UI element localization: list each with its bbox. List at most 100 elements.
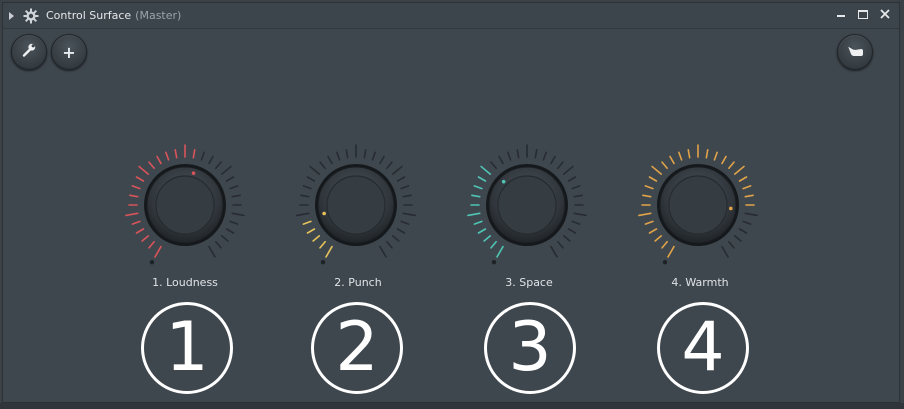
knob-indicator <box>501 179 506 184</box>
knob-tick-active <box>148 161 155 170</box>
knob-tick <box>396 228 406 234</box>
hand-pointer-button[interactable] <box>837 34 873 70</box>
knob-tick-active <box>661 240 668 249</box>
knob-tick <box>215 240 222 249</box>
knob-tick-active <box>669 155 675 165</box>
knob-tick <box>386 161 393 170</box>
add-button[interactable]: + <box>51 34 87 70</box>
knob-min-dot <box>149 259 155 265</box>
knob-label-warmth: 4. Warmth <box>671 276 729 289</box>
knob-dial <box>467 144 587 265</box>
gear-icon[interactable] <box>22 7 40 25</box>
knob-punch[interactable] <box>291 143 421 278</box>
knob-tick-active <box>713 151 718 161</box>
knob-indicator <box>191 171 196 175</box>
knob-tick-active <box>131 220 141 225</box>
knob-tick <box>371 151 376 161</box>
knob-tick-active <box>744 194 754 198</box>
knob-tick-active <box>678 151 683 161</box>
knob-tick <box>571 220 581 225</box>
knob-tick <box>379 245 387 258</box>
knob-tick <box>302 185 312 190</box>
knob-tick <box>379 155 385 165</box>
wrench-icon <box>21 42 37 62</box>
knob-tick-active <box>473 185 483 190</box>
knob-tick <box>306 176 316 182</box>
knob-indicator <box>729 206 733 211</box>
knob-tick <box>402 212 416 217</box>
knob-tick <box>220 235 229 242</box>
knob-tick <box>573 194 583 198</box>
knob-min-dot <box>491 259 497 265</box>
knob-tick <box>208 155 214 165</box>
knob-tick <box>225 228 235 234</box>
knob-tick-active <box>148 240 155 249</box>
window-controls <box>835 8 891 20</box>
knob-tick-active <box>154 245 162 258</box>
knob-tick <box>400 220 410 225</box>
knob-warmth[interactable] <box>633 143 763 278</box>
knob-tick <box>507 151 512 161</box>
knob-tick <box>296 212 310 217</box>
bottom-edge <box>0 403 904 409</box>
knob-tick-active <box>325 245 333 258</box>
window-title: Control Surface <box>46 9 132 22</box>
knob-tick <box>498 155 504 165</box>
knob-tick-active <box>135 176 145 182</box>
expand-caret-icon[interactable] <box>9 11 14 20</box>
knob-tick-active <box>477 228 487 234</box>
knob-tick <box>215 161 222 170</box>
title-bar[interactable]: Control Surface (Master) <box>3 3 899 29</box>
knob-tick-active <box>467 212 481 217</box>
knob-cap <box>668 175 728 235</box>
knob-min-dot <box>662 259 668 265</box>
knob-tick <box>386 240 393 249</box>
knob-tick <box>391 235 400 242</box>
knob-tick-active <box>125 212 139 217</box>
maximize-icon[interactable] <box>857 8 869 20</box>
knob-tick <box>309 165 321 175</box>
close-icon[interactable] <box>879 8 891 20</box>
plus-icon: + <box>62 42 76 62</box>
knob-label-punch: 2. Punch <box>334 276 382 289</box>
knob-tick-active <box>473 220 483 225</box>
knob-tick-active <box>638 212 652 217</box>
settings-wrench-button[interactable] <box>11 34 47 70</box>
knob-tick-active <box>129 194 139 198</box>
knob-tick <box>534 149 538 159</box>
window-subtitle: (Master) <box>135 9 182 22</box>
knob-tick <box>733 235 742 242</box>
knob-tick-active <box>480 165 492 175</box>
knob-tick <box>336 151 341 161</box>
knob-tick <box>396 176 406 182</box>
knob-tick-active <box>705 149 709 159</box>
knob-tick <box>567 176 577 182</box>
knob-tick-active <box>728 161 735 170</box>
knob-tick <box>327 155 333 165</box>
knob-tick-active <box>165 151 170 161</box>
knob-space[interactable] <box>462 143 592 278</box>
knob-tick-active <box>477 176 487 182</box>
knob-tick <box>363 149 367 159</box>
knob-tick-active <box>319 240 326 249</box>
knob-tick <box>742 220 752 225</box>
knob-tick <box>208 245 216 258</box>
knob-tick-active <box>644 220 654 225</box>
knob-indicator <box>322 211 326 216</box>
knob-dial <box>296 144 416 265</box>
knob-loudness[interactable] <box>120 143 250 278</box>
minimize-icon[interactable] <box>835 8 847 20</box>
knob-tick <box>220 165 232 175</box>
knob-cap <box>155 175 215 235</box>
knob-tick <box>231 212 245 217</box>
knob-label-space: 3. Space <box>505 276 553 289</box>
knob-dial <box>125 144 245 265</box>
knob-tick <box>319 161 326 170</box>
knob-tick-active <box>138 165 150 175</box>
knob-tick <box>229 185 239 190</box>
knob-tick <box>345 149 349 159</box>
knob-cap <box>497 175 557 235</box>
knob-tick <box>744 212 758 217</box>
knob-tick-active <box>496 245 504 258</box>
knob-tick-active <box>141 235 150 242</box>
